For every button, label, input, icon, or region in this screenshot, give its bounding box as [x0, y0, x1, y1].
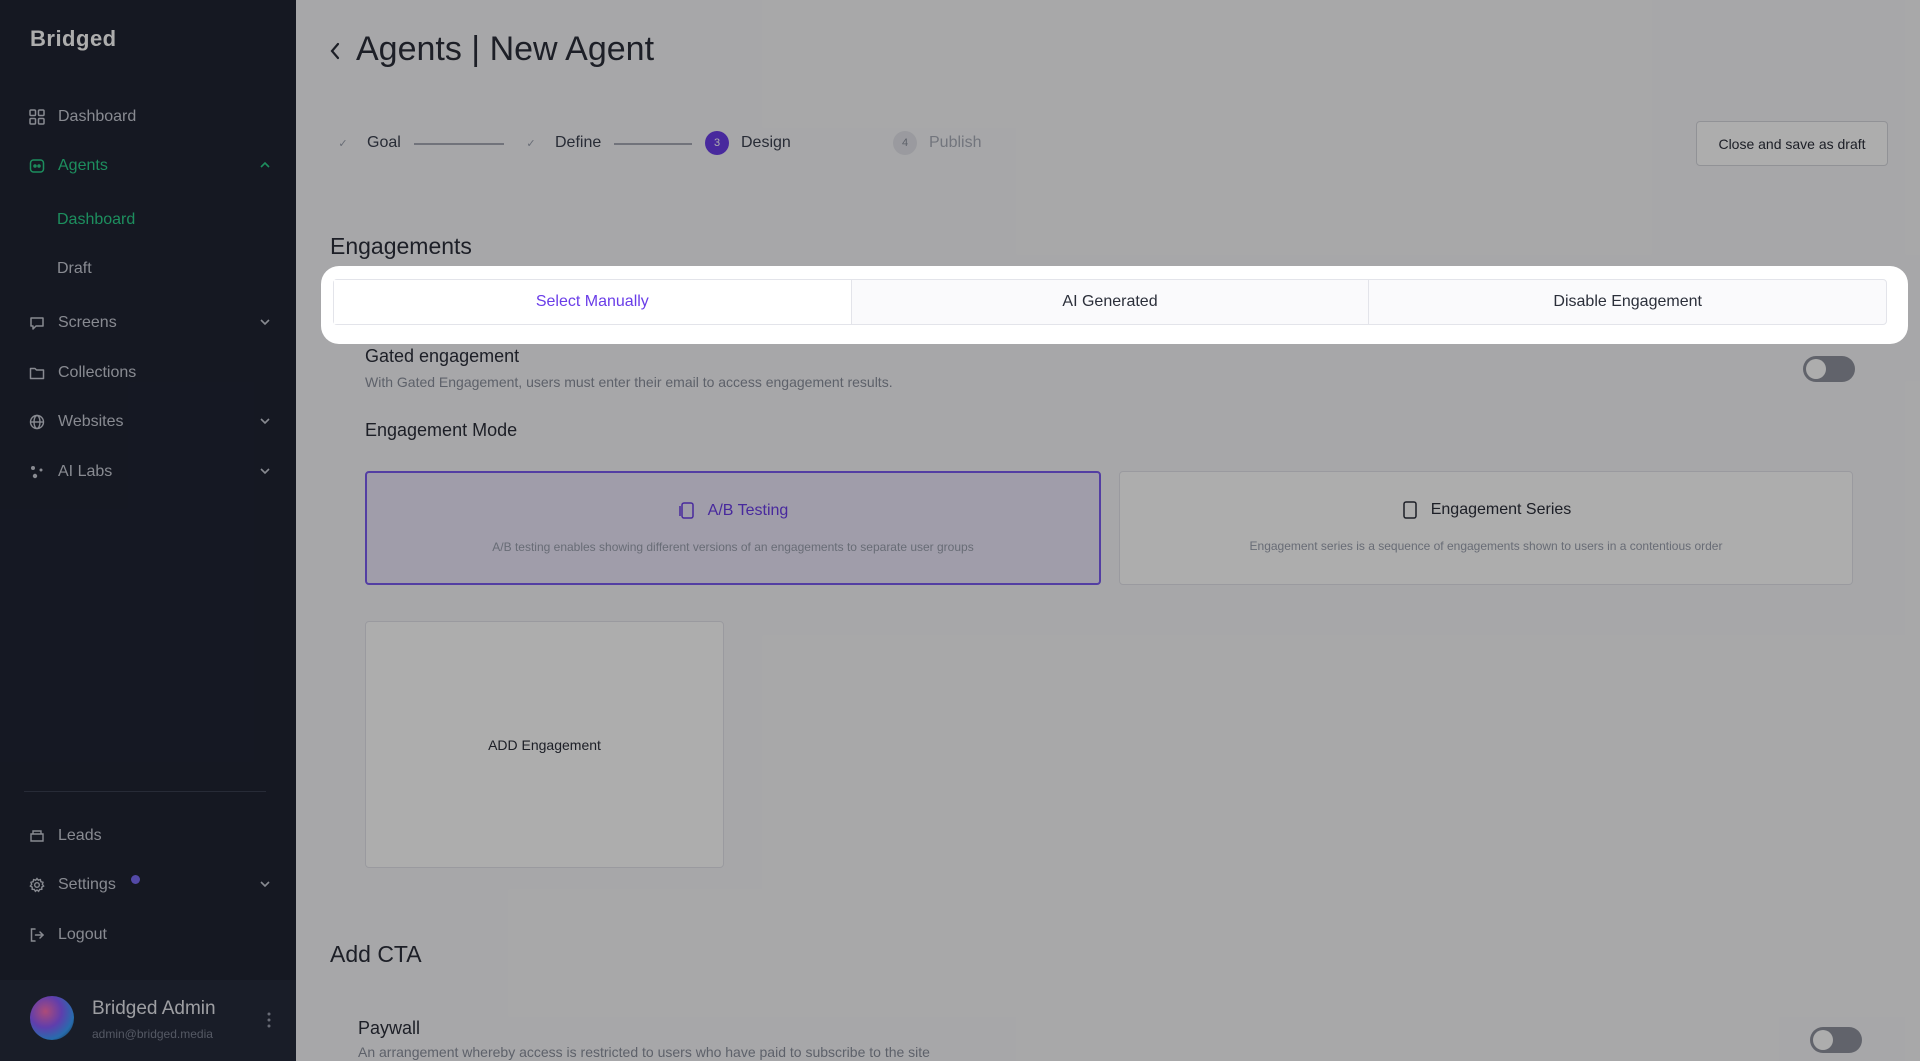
sidebar: Bridged Dashboard Agents Dashboard Draft…: [0, 0, 296, 1061]
sidebar-divider: [24, 791, 266, 792]
mode-description: Engagement series is a sequence of engag…: [1249, 539, 1723, 553]
step-goal: ✓ Goal: [331, 130, 401, 156]
user-profile[interactable]: Bridged Admin admin@bridged.media: [0, 980, 296, 1061]
sidebar-item-leads[interactable]: Leads: [28, 821, 273, 851]
globe-icon: [28, 413, 46, 431]
check-icon: ✓: [526, 137, 536, 150]
engagement-tabs: Select Manually AI Generated Disable Eng…: [333, 279, 1887, 325]
step-define: ✓ Define: [519, 130, 601, 156]
chevron-down-icon: [260, 881, 270, 888]
sidebar-item-websites[interactable]: Websites: [28, 407, 273, 437]
step-label: Design: [741, 134, 791, 151]
toggle-knob: [1806, 359, 1826, 379]
leads-icon: [28, 827, 46, 845]
sidebar-item-agents[interactable]: Agents: [28, 151, 273, 181]
tab-select-manually[interactable]: Select Manually: [334, 280, 852, 324]
chevron-up-icon: [260, 161, 270, 168]
step-number: 3: [705, 131, 729, 155]
back-arrow-icon[interactable]: [328, 40, 342, 62]
series-icon: [1401, 500, 1419, 520]
step-label: Define: [555, 134, 602, 151]
close-save-draft-button[interactable]: Close and save as draft: [1696, 121, 1888, 166]
step-connector: [614, 143, 692, 145]
avatar: [30, 996, 74, 1040]
mode-card-ab-testing[interactable]: A/B Testing A/B testing enables showing …: [365, 471, 1101, 585]
add-engagement-button[interactable]: ADD Engagement: [365, 621, 724, 868]
chat-icon: [28, 314, 46, 332]
add-cta-title: Add CTA: [330, 941, 422, 967]
step-connector: [414, 143, 504, 145]
chevron-down-icon: [260, 418, 270, 425]
step-design: 3 Design: [705, 130, 791, 156]
user-name: Bridged Admin: [92, 998, 216, 1019]
sidebar-item-label: Screens: [58, 314, 117, 331]
step-label: Publish: [929, 134, 982, 151]
sidebar-subitem-dashboard[interactable]: Dashboard: [57, 211, 135, 229]
sparkle-icon: [28, 463, 46, 481]
notification-dot: [131, 875, 140, 884]
mode-card-header: Engagement Series: [1120, 500, 1852, 520]
sidebar-item-settings[interactable]: Settings: [28, 870, 273, 900]
tab-disable-engagement[interactable]: Disable Engagement: [1369, 280, 1886, 324]
more-vertical-icon[interactable]: [266, 1010, 272, 1030]
logout-icon: [28, 926, 46, 944]
page-title: Agents | New Agent: [356, 30, 655, 68]
gated-engagement-description: With Gated Engagement, users must enter …: [365, 374, 893, 390]
sidebar-item-label: Logout: [58, 926, 107, 943]
sidebar-item-dashboard[interactable]: Dashboard: [28, 102, 273, 132]
sidebar-item-ai-labs[interactable]: AI Labs: [28, 457, 273, 487]
sidebar-subitem-draft[interactable]: Draft: [57, 260, 92, 278]
sidebar-item-label: Collections: [58, 364, 137, 381]
paywall-title: Paywall: [358, 1018, 421, 1038]
sidebar-item-label: Websites: [58, 413, 124, 430]
sidebar-item-label: AI Labs: [58, 463, 113, 480]
ab-testing-icon: [678, 501, 696, 521]
folder-icon: [28, 364, 46, 382]
check-icon: ✓: [338, 137, 348, 150]
gear-icon: [28, 876, 46, 894]
chevron-down-icon: [260, 319, 270, 326]
step-number: 4: [893, 131, 917, 155]
engagements-title: Engagements: [330, 233, 472, 259]
step-publish: 4 Publish: [893, 130, 981, 156]
mode-card-header: A/B Testing: [367, 501, 1099, 521]
mode-card-engagement-series[interactable]: Engagement Series Engagement series is a…: [1119, 471, 1853, 585]
user-email: admin@bridged.media: [92, 1027, 213, 1041]
brand-logo: Bridged: [30, 26, 117, 51]
engagement-mode-title: Engagement Mode: [365, 420, 518, 440]
sidebar-item-label: Settings: [58, 876, 116, 893]
sidebar-item-label: Dashboard: [58, 108, 137, 125]
toggle-knob: [1813, 1030, 1833, 1050]
chevron-down-icon: [260, 468, 270, 475]
agent-icon: [28, 157, 46, 175]
sidebar-item-logout[interactable]: Logout: [28, 920, 273, 950]
sidebar-item-screens[interactable]: Screens: [28, 308, 273, 338]
gated-engagement-title: Gated engagement: [365, 346, 520, 366]
sidebar-item-label: Leads: [58, 827, 102, 844]
sidebar-item-collections[interactable]: Collections: [28, 358, 273, 388]
tabs-spotlight: Select Manually AI Generated Disable Eng…: [321, 266, 1908, 344]
sidebar-item-label: Agents: [58, 157, 108, 174]
gated-engagement-toggle[interactable]: [1803, 356, 1855, 382]
paywall-description: An arrangement whereby access is restric…: [358, 1044, 930, 1060]
paywall-toggle[interactable]: [1810, 1027, 1862, 1053]
tab-ai-generated[interactable]: AI Generated: [852, 280, 1370, 324]
step-label: Goal: [367, 134, 401, 151]
mode-label: A/B Testing: [707, 502, 789, 519]
mode-description: A/B testing enables showing different ve…: [492, 540, 974, 554]
mode-label: Engagement Series: [1430, 501, 1572, 518]
grid-icon: [28, 108, 46, 126]
